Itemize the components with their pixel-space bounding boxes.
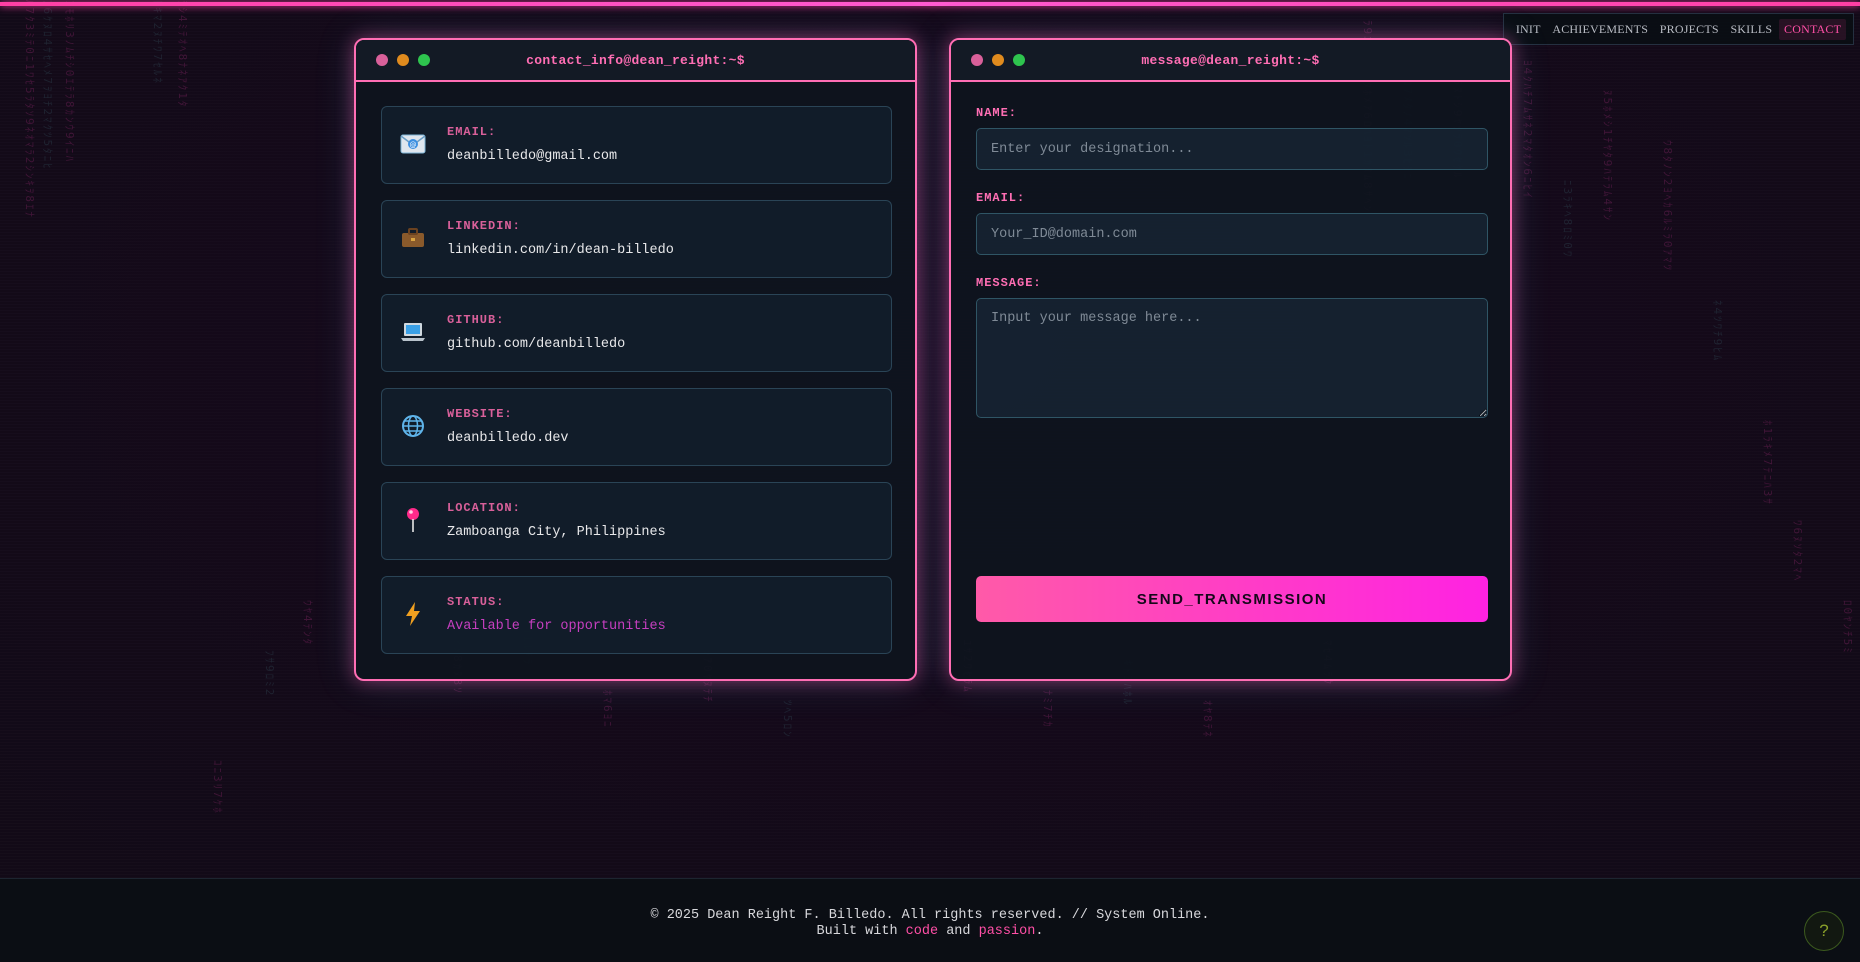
svg-text:@: @ bbox=[410, 141, 417, 149]
help-button[interactable]: ? bbox=[1804, 911, 1844, 951]
contact-panel-title: contact_info@dean_reight:~$ bbox=[526, 52, 745, 68]
contact-card-website[interactable]: WEBSITE: deanbilledo.dev bbox=[381, 388, 892, 466]
footer-built-with: Built with code and passion. bbox=[0, 924, 1860, 940]
laptop-icon bbox=[400, 319, 426, 345]
location-value: Zamboanga City, Philippines bbox=[447, 525, 666, 540]
linkedin-label: LINKEDIN: bbox=[447, 219, 521, 233]
nav-item-contact[interactable]: CONTACT bbox=[1779, 18, 1847, 40]
minimize-dot-icon bbox=[992, 54, 1004, 66]
footer-code-word: code bbox=[905, 924, 939, 939]
message-label: MESSAGE: bbox=[976, 276, 1042, 290]
footer-period: . bbox=[1035, 924, 1044, 939]
close-dot-icon bbox=[971, 54, 983, 66]
status-label: STATUS: bbox=[447, 595, 505, 609]
footer-built-text: Built with bbox=[816, 924, 898, 939]
pin-icon bbox=[400, 507, 426, 533]
footer-copyright: © 2025 Dean Reight F. Billedo. All right… bbox=[650, 908, 1210, 923]
github-value: github.com/deanbilledo bbox=[447, 337, 626, 352]
linkedin-value: linkedin.com/in/dean-billedo bbox=[447, 243, 674, 258]
nav-item-achievements[interactable]: ACHIEVEMENTS bbox=[1547, 19, 1653, 40]
contact-card-linkedin[interactable]: LINKEDIN: linkedin.com/in/dean-billedo bbox=[381, 200, 892, 278]
message-textarea[interactable] bbox=[976, 298, 1488, 418]
email-label: EMAIL: bbox=[976, 191, 1026, 205]
send-transmission-button[interactable]: SEND_TRANSMISSION bbox=[976, 576, 1488, 622]
contact-card-location[interactable]: LOCATION: Zamboanga City, Philippines bbox=[381, 482, 892, 560]
nav-item-skills[interactable]: SKILLS bbox=[1725, 19, 1777, 40]
maximize-dot-icon bbox=[418, 54, 430, 66]
location-label: LOCATION: bbox=[447, 501, 521, 515]
window-controls bbox=[376, 54, 430, 66]
nav-item-projects[interactable]: PROJECTS bbox=[1655, 19, 1724, 40]
contact-panel-titlebar: contact_info@dean_reight:~$ bbox=[356, 40, 915, 82]
footer-passion-word: passion bbox=[978, 924, 1036, 939]
name-label: NAME: bbox=[976, 106, 1018, 120]
email-value: deanbilledo@gmail.com bbox=[447, 149, 618, 164]
message-panel-title: message@dean_reight:~$ bbox=[1141, 52, 1320, 68]
email-field[interactable] bbox=[976, 213, 1488, 255]
lightning-icon bbox=[400, 601, 426, 627]
message-panel: message@dean_reight:~$ NAME: EMAIL: MESS… bbox=[949, 38, 1512, 681]
top-accent-bar bbox=[0, 2, 1860, 6]
window-controls bbox=[971, 54, 1025, 66]
top-navigation: INIT ACHIEVEMENTS PROJECTS SKILLS CONTAC… bbox=[1503, 13, 1854, 45]
website-label: WEBSITE: bbox=[447, 407, 513, 421]
close-dot-icon bbox=[376, 54, 388, 66]
contact-card-github[interactable]: GITHUB: github.com/deanbilledo bbox=[381, 294, 892, 372]
contact-card-status: STATUS: Available for opportunities bbox=[381, 576, 892, 654]
message-panel-titlebar: message@dean_reight:~$ bbox=[951, 40, 1510, 82]
maximize-dot-icon bbox=[1013, 54, 1025, 66]
footer: © 2025 Dean Reight F. Billedo. All right… bbox=[0, 878, 1860, 962]
matrix-background: ﾊ7ｸ3ﾐﾃ0ﾆ1ﾜｾ5ﾗﾀｿ9ﾈｵﾏﾗ2ｼﾝｷｦ8ｴﾅ ｱ6ｹﾇﾛ4ｻｾﾍﾒ7… bbox=[0, 0, 1860, 878]
github-label: GITHUB: bbox=[447, 313, 505, 327]
email-icon: @ bbox=[400, 131, 426, 157]
email-label: EMAIL: bbox=[447, 125, 497, 139]
website-value: deanbilledo.dev bbox=[447, 431, 569, 446]
contact-info-panel: contact_info@dean_reight:~$ @ EMAIL: dea… bbox=[354, 38, 917, 681]
contact-card-email[interactable]: @ EMAIL: deanbilledo@gmail.com bbox=[381, 106, 892, 184]
status-value: Available for opportunities bbox=[447, 619, 666, 634]
nav-item-init[interactable]: INIT bbox=[1511, 19, 1546, 40]
footer-and-word: and bbox=[946, 924, 971, 939]
globe-icon bbox=[400, 413, 426, 439]
minimize-dot-icon bbox=[397, 54, 409, 66]
name-field[interactable] bbox=[976, 128, 1488, 170]
briefcase-icon bbox=[400, 225, 426, 251]
